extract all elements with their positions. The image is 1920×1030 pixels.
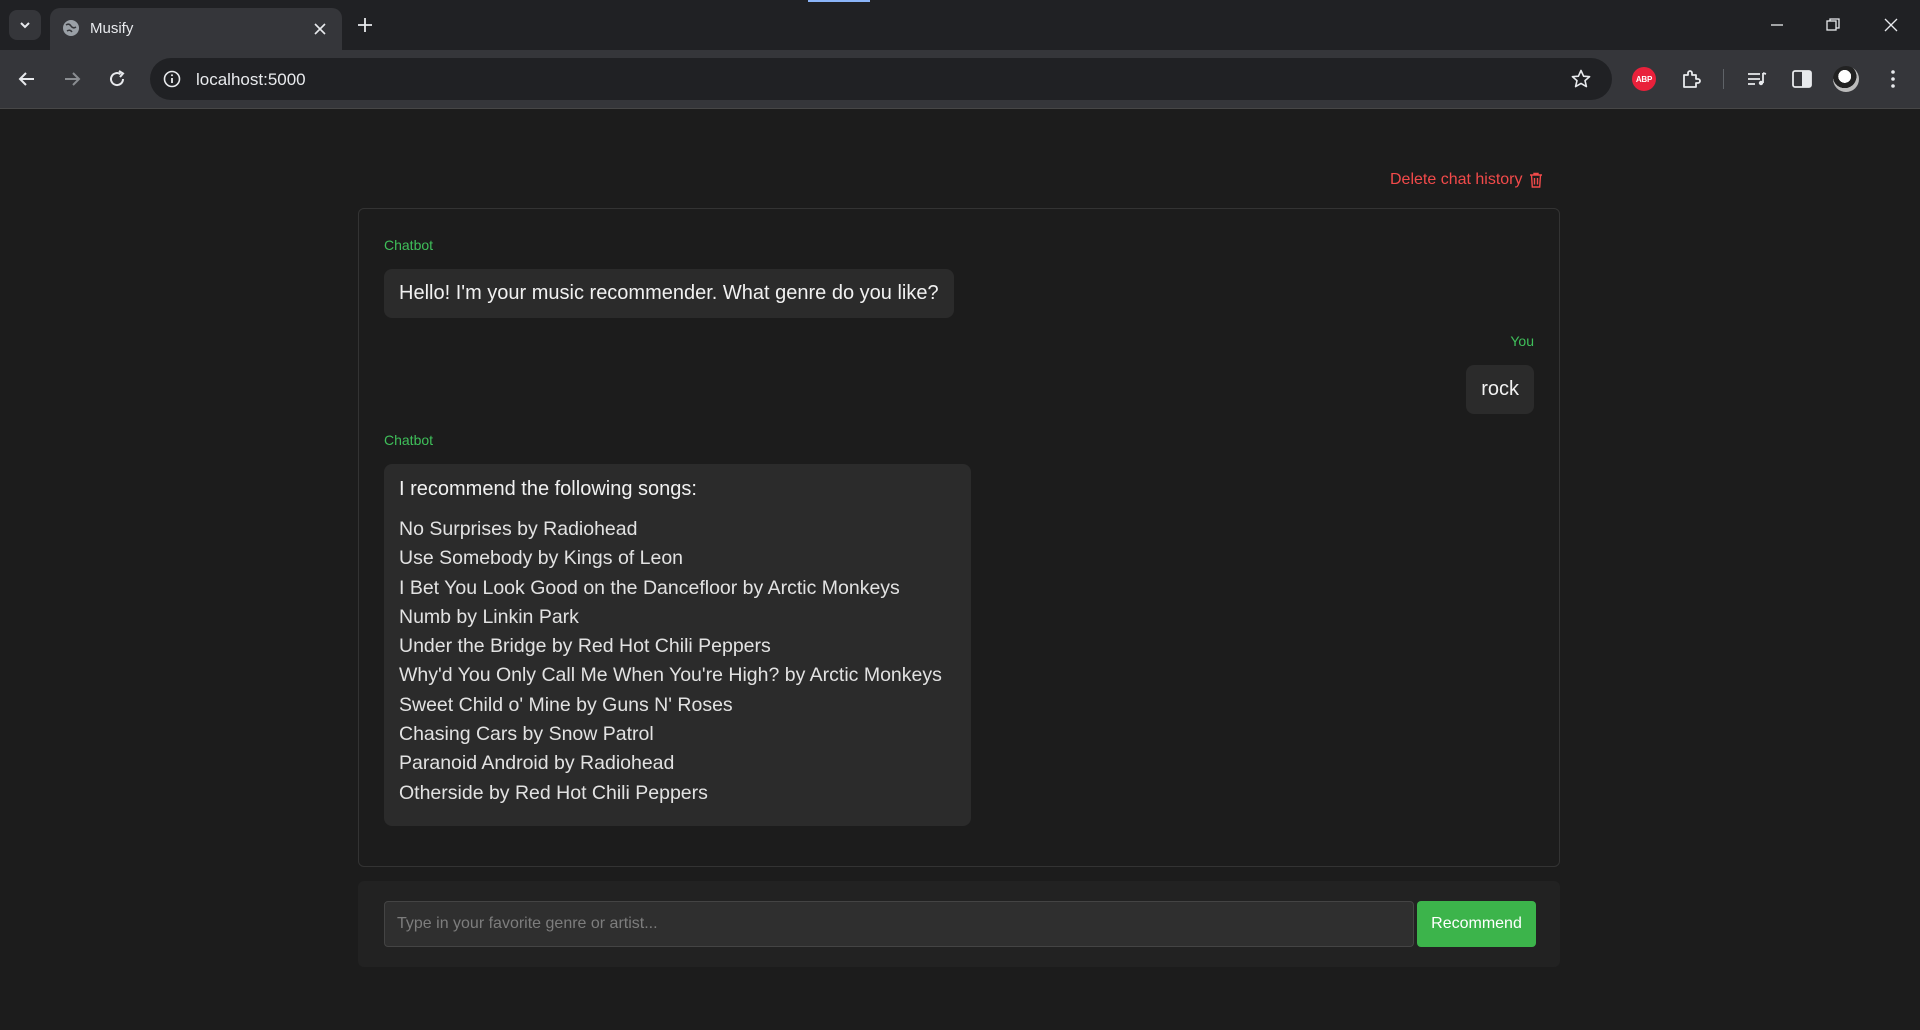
chatbot-recommendation-message: I recommend the following songs: No Surp… bbox=[384, 464, 971, 826]
page-content: Delete chat history Chatbot Hello! I'm y… bbox=[0, 109, 1920, 1030]
browser-toolbar: localhost:5000 ABP bbox=[0, 50, 1920, 109]
song-item: I Bet You Look Good on the Dancefloor by… bbox=[399, 576, 900, 599]
user-message: rock bbox=[1466, 365, 1534, 414]
bookmark-star-icon[interactable] bbox=[1570, 68, 1592, 90]
tab-title: Musify bbox=[90, 20, 134, 37]
adblock-extension-icon[interactable]: ABP bbox=[1632, 67, 1656, 91]
delete-chat-history-button[interactable]: Delete chat history bbox=[1390, 171, 1543, 189]
url-text[interactable]: localhost:5000 bbox=[196, 70, 306, 90]
profile-avatar[interactable] bbox=[1833, 66, 1859, 92]
song-item: No Surprises by Radiohead bbox=[399, 518, 638, 540]
song-item: Numb by Linkin Park bbox=[399, 605, 579, 628]
tab-search-button[interactable] bbox=[9, 10, 41, 40]
globe-icon bbox=[63, 20, 79, 36]
toolbar-separator bbox=[1723, 69, 1724, 89]
recommend-button[interactable]: Recommend bbox=[1417, 901, 1536, 947]
tab-loading-indicator bbox=[808, 0, 870, 2]
song-item: Under the Bridge by Red Hot Chili Pepper… bbox=[399, 635, 771, 658]
minimize-icon[interactable] bbox=[1767, 15, 1787, 35]
message-sender: Chatbot bbox=[384, 432, 434, 448]
message-sender: You bbox=[1510, 333, 1534, 349]
reload-icon[interactable] bbox=[105, 67, 129, 91]
media-control-icon[interactable] bbox=[1744, 66, 1770, 92]
song-item: Use Somebody by Kings of Leon bbox=[399, 547, 684, 570]
chat-history[interactable]: Chatbot Hello! I'm your music recommende… bbox=[358, 208, 1560, 867]
trash-icon[interactable] bbox=[1529, 172, 1543, 188]
input-panel: Recommend bbox=[358, 881, 1560, 967]
song-item: Otherside by Red Hot Chili Peppers bbox=[399, 781, 708, 804]
browser-tab[interactable]: Musify bbox=[50, 8, 342, 50]
address-bar[interactable]: localhost:5000 bbox=[150, 58, 1612, 100]
delete-chat-history-label[interactable]: Delete chat history bbox=[1390, 171, 1523, 189]
more-menu-icon[interactable] bbox=[1880, 66, 1906, 92]
extensions-puzzle-icon[interactable] bbox=[1678, 66, 1704, 92]
recommendation-intro: I recommend the following songs: bbox=[399, 478, 697, 500]
song-item: Paranoid Android by Radiohead bbox=[399, 752, 675, 775]
song-item: Chasing Cars by Snow Patrol bbox=[399, 723, 654, 746]
close-window-icon[interactable] bbox=[1881, 15, 1901, 35]
restore-icon[interactable] bbox=[1823, 15, 1843, 35]
site-info-icon[interactable] bbox=[162, 69, 182, 89]
chatbot-message: Hello! I'm your music recommender. What … bbox=[384, 269, 954, 318]
browser-tab-bar: Musify bbox=[0, 0, 1920, 50]
message-sender: Chatbot bbox=[384, 237, 434, 253]
song-item: Sweet Child o' Mine by Guns N' Roses bbox=[399, 693, 733, 716]
close-tab-icon[interactable] bbox=[312, 21, 328, 37]
chevron-down-icon bbox=[20, 22, 30, 29]
genre-search-input[interactable] bbox=[384, 901, 1414, 947]
song-item: Why'd You Only Call Me When You're High?… bbox=[399, 664, 942, 687]
side-panel-icon[interactable] bbox=[1789, 66, 1815, 92]
song-list: No Surprises by Radiohead Use Somebody b… bbox=[399, 515, 956, 808]
back-arrow-icon[interactable] bbox=[15, 67, 39, 91]
new-tab-icon[interactable] bbox=[355, 15, 375, 35]
forward-arrow-icon[interactable] bbox=[60, 67, 84, 91]
